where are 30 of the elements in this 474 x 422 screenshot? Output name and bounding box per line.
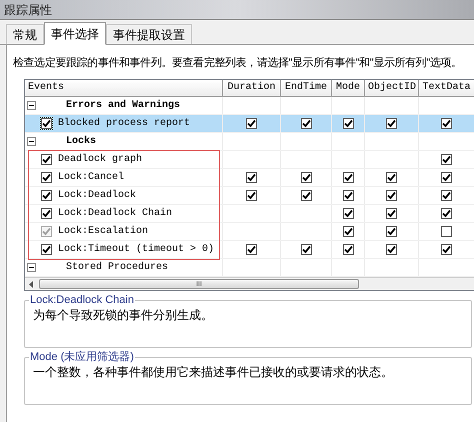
- tab[interactable]: 常规: [6, 24, 44, 44]
- event-row[interactable]: Lock:Deadlock Chain: [25, 205, 474, 223]
- column-header[interactable]: EndTime: [281, 80, 332, 97]
- event-row[interactable]: Lock:Timeout (timeout > 0): [25, 241, 474, 259]
- group-label: Errors and Warnings: [66, 98, 180, 113]
- event-row[interactable]: Lock:Cancel: [25, 169, 474, 187]
- event-label: Lock:Cancel: [58, 170, 124, 185]
- event-label: Lock:Deadlock: [58, 188, 136, 203]
- column-header[interactable]: Events: [25, 80, 223, 97]
- event-label: Lock:Escalation: [58, 224, 148, 239]
- column-header[interactable]: Duration: [223, 80, 281, 97]
- group-title: Mode (未应用筛选器): [29, 350, 135, 364]
- event-label: Lock:Deadlock Chain: [58, 206, 172, 221]
- event-label: Deadlock graph: [58, 152, 142, 167]
- column-header[interactable]: ObjectID: [365, 80, 419, 97]
- column-header[interactable]: TextData: [419, 80, 474, 97]
- event-row[interactable]: Blocked process report: [25, 115, 474, 133]
- group-label: Stored Procedures: [66, 260, 168, 275]
- column-header[interactable]: Mode: [332, 80, 365, 97]
- event-label: Blocked process report: [58, 116, 190, 131]
- instruction-text: 检查选定要跟踪的事件和事件列。要查看完整列表，请选择"显示所有事件"和"显示所有列"选项。: [12, 56, 463, 71]
- tab[interactable]: 事件选择: [44, 22, 106, 45]
- description-text: 一个整数，各种事件都使用它来描述事件已接收的或要请求的状态。: [33, 364, 394, 381]
- group-label: Locks: [66, 134, 96, 149]
- event-row[interactable]: Deadlock graph: [25, 151, 474, 169]
- description-text: 为每个导致死锁的事件分别生成。: [33, 307, 214, 324]
- event-row[interactable]: Lock:Deadlock: [25, 187, 474, 205]
- tab[interactable]: 事件提取设置: [106, 24, 192, 44]
- window-title: 跟踪属性: [4, 2, 52, 18]
- event-label: Lock:Timeout (timeout > 0): [58, 242, 214, 257]
